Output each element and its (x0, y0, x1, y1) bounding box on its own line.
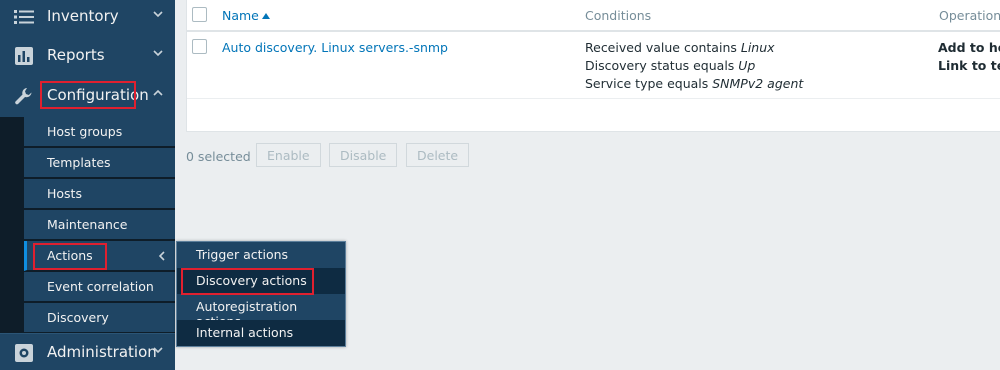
chevron-down-icon (153, 347, 163, 354)
condition-line: Discovery status equals Up (585, 58, 755, 73)
condition-value: Up (738, 58, 756, 73)
menu-item-discovery-actions[interactable]: Discovery actions (177, 268, 345, 294)
select-all-checkbox[interactable] (192, 7, 207, 22)
configuration-submenu: Host groups Templates Hosts Maintenance … (0, 117, 175, 333)
table-header: Name Conditions Operations (187, 0, 1000, 32)
condition-line: Service type equals SNMPv2 agent (585, 76, 803, 91)
sidebar-item-templates[interactable]: Templates (24, 148, 175, 178)
column-header-operations: Operations (939, 8, 1000, 23)
condition-value: SNMPv2 agent (712, 76, 804, 91)
nav-inventory[interactable]: Inventory (0, 0, 175, 37)
menu-item-label: Discovery actions (196, 273, 307, 288)
sidebar-item-label: Actions (47, 248, 93, 263)
sidebar-item-host-groups[interactable]: Host groups (24, 117, 175, 147)
sidebar-item-label: Hosts (47, 186, 82, 201)
menu-item-label: Internal actions (196, 325, 294, 340)
sidebar-item-label: Host groups (47, 124, 123, 139)
chevron-down-icon (153, 11, 163, 18)
condition-text: Service type equals (585, 76, 713, 91)
list-icon (14, 10, 34, 24)
sidebar-item-event-correlation[interactable]: Event correlation (24, 272, 175, 302)
table-row: Auto discovery. Linux servers.-snmp Rece… (187, 34, 1000, 99)
sidebar-item-discovery[interactable]: Discovery (24, 303, 175, 333)
condition-text: Discovery status equals (585, 58, 739, 73)
condition-text: Received value contains (585, 40, 741, 55)
menu-item-label: Trigger actions (196, 247, 289, 262)
nav-reports[interactable]: Reports (0, 37, 175, 76)
chevron-down-icon (153, 50, 163, 57)
sidebar-item-label: Event correlation (47, 279, 154, 294)
menu-item-autoregistration-actions[interactable]: Autoregistration actions (177, 294, 345, 329)
operation-line: Add to host (938, 40, 1000, 55)
sidebar-item-maintenance[interactable]: Maintenance (24, 210, 175, 240)
sidebar-item-label: Templates (47, 155, 111, 170)
row-checkbox[interactable] (192, 39, 207, 54)
condition-line: Received value contains Linux (585, 40, 775, 55)
nav-administration[interactable]: Administration (0, 333, 175, 370)
column-header-name-label: Name (222, 8, 259, 23)
condition-value: Linux (740, 40, 775, 55)
column-header-name[interactable]: Name (222, 8, 270, 23)
chevron-up-icon (153, 89, 163, 96)
selected-count: 0 selected (186, 149, 251, 164)
nav-configuration-label: Configuration (47, 86, 149, 104)
sidebar: Inventory Reports Configuration Host gro… (0, 0, 175, 370)
bar-chart-icon (15, 47, 33, 65)
actions-flyout-menu: Trigger actions Discovery actions Autore… (176, 241, 346, 347)
sidebar-item-actions[interactable]: Actions (24, 241, 175, 271)
gear-icon (15, 344, 33, 362)
wrench-icon (15, 88, 32, 105)
sidebar-item-hosts[interactable]: Hosts (24, 179, 175, 209)
menu-item-trigger-actions[interactable]: Trigger actions (177, 242, 345, 268)
column-header-conditions: Conditions (585, 8, 652, 23)
nav-reports-label: Reports (47, 46, 105, 64)
actions-table: Name Conditions Operations Auto discover… (186, 0, 1000, 132)
delete-button[interactable]: Delete (406, 143, 470, 167)
sidebar-item-label: Maintenance (47, 217, 128, 232)
sort-ascending-icon (261, 13, 270, 19)
operation-line: Link to tem (938, 58, 1000, 73)
chevron-left-icon (158, 251, 165, 261)
nav-configuration[interactable]: Configuration (0, 77, 175, 116)
nav-administration-label: Administration (47, 343, 157, 361)
menu-item-internal-actions[interactable]: Internal actions (177, 320, 345, 346)
enable-button[interactable]: Enable (256, 143, 321, 167)
sidebar-item-label: Discovery (47, 310, 109, 325)
disable-button[interactable]: Disable (329, 143, 398, 167)
action-name-link[interactable]: Auto discovery. Linux servers.-snmp (222, 40, 448, 55)
nav-inventory-label: Inventory (47, 7, 119, 25)
